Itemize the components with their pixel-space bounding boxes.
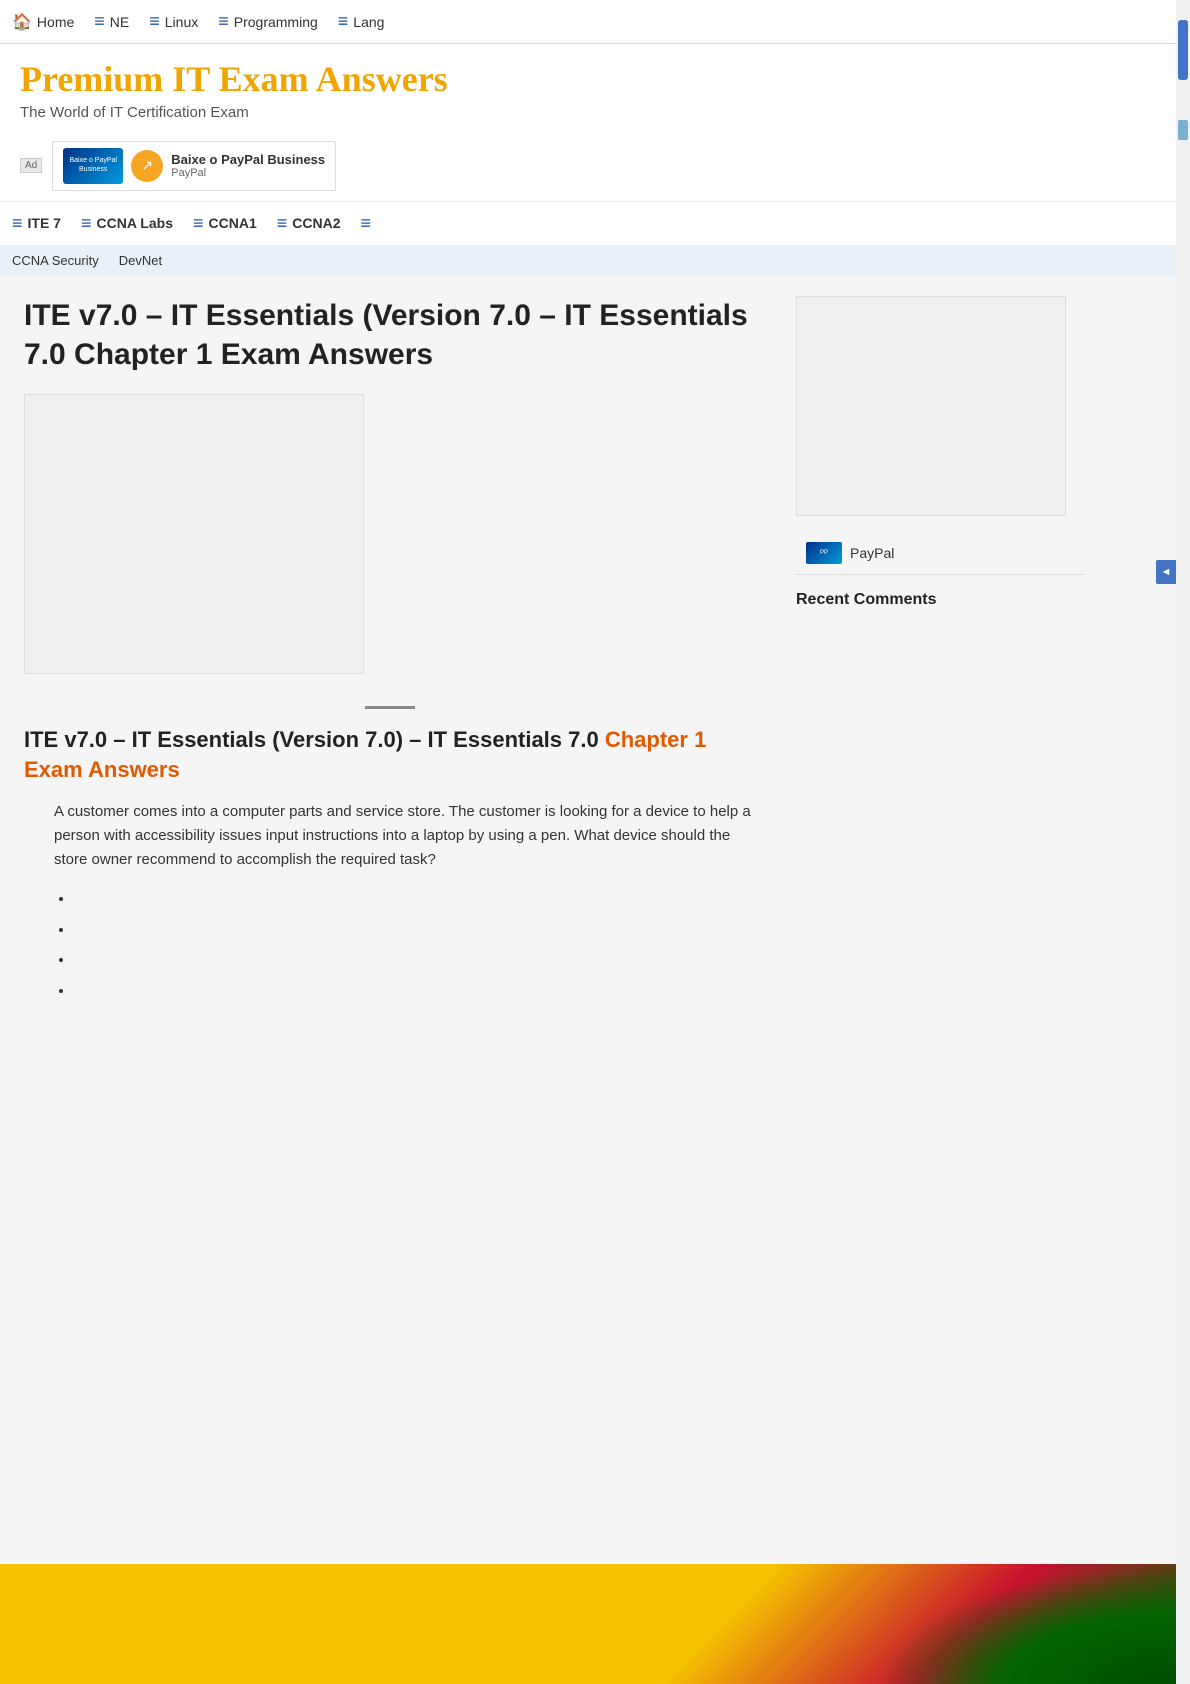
nav-home[interactable]: 🏠 Home (12, 12, 74, 32)
nav-ccna2-label: CCNA2 (292, 215, 340, 231)
home-icon: 🏠 (12, 12, 32, 32)
feedback-tab[interactable]: ◄ (1156, 560, 1176, 584)
bottom-banner (0, 1564, 1176, 1684)
nav-devnet-label: DevNet (119, 253, 162, 268)
question-text: A customer comes into a computer parts a… (54, 800, 756, 872)
scrollbar-marker (1178, 120, 1188, 140)
menu-icon-more: ≡ (361, 213, 372, 234)
nav-lang-label: Lang (353, 14, 384, 30)
nav-ccna-security[interactable]: CCNA Security (12, 253, 99, 268)
sidebar: PP PayPal Recent Comments (780, 276, 1100, 1031)
content-area: ITE v7.0 – IT Essentials (Version 7.0 – … (0, 276, 780, 1031)
ad-circle-icon: ↗ (131, 150, 163, 182)
nav-home-label: Home (37, 14, 74, 30)
menu-icon-ccna-labs: ≡ (81, 213, 92, 234)
menu-icon-ite7: ≡ (12, 213, 23, 234)
page-title: ITE v7.0 – IT Essentials (Version 7.0 – … (24, 296, 756, 374)
sidebar-paypal[interactable]: PP PayPal (796, 532, 1084, 575)
menu-icon-linux: ≡ (149, 11, 160, 32)
site-title: Premium IT Exam Answers (20, 60, 1170, 100)
menu-icon-ccna2: ≡ (277, 213, 288, 234)
nav-lang[interactable]: ≡ Lang (338, 11, 385, 32)
divider (365, 706, 415, 709)
nav-more[interactable]: ≡ (361, 213, 372, 234)
sidebar-ad-placeholder (796, 296, 1066, 516)
menu-icon-ne: ≡ (94, 11, 105, 32)
paypal-label: PayPal (850, 545, 894, 561)
recent-comments-title: Recent Comments (796, 591, 1084, 609)
answer-list (74, 888, 756, 1002)
menu-icon-ccna1: ≡ (193, 213, 204, 234)
menu-icon-programming: ≡ (218, 11, 229, 32)
article-section: ITE v7.0 – IT Essentials (Version 7.0) –… (24, 725, 756, 1003)
nav-ne[interactable]: ≡ NE (94, 11, 129, 32)
right-scrollbar[interactable] (1176, 0, 1190, 1684)
nav-ccna1-label: CCNA1 (209, 215, 257, 231)
answer-item-2 (74, 919, 756, 942)
secondary-nav: ≡ ITE 7 ≡ CCNA Labs ≡ CCNA1 ≡ CCNA2 ≡ (0, 201, 1190, 245)
answer-item-1 (74, 888, 756, 911)
nav-ccna-security-label: CCNA Security (12, 253, 99, 268)
ad-content[interactable]: Baixe o PayPalBusiness ↗ Baixe o PayPal … (52, 141, 336, 191)
answer-item-4 (74, 980, 756, 1003)
ad-badge: Ad (20, 158, 42, 173)
nav-linux-label: Linux (165, 14, 198, 30)
nav-devnet[interactable]: DevNet (119, 253, 162, 268)
site-header: Premium IT Exam Answers The World of IT … (0, 44, 1190, 131)
article-heading-main: ITE v7.0 – IT Essentials (Version 7.0) –… (24, 727, 599, 752)
third-nav: CCNA Security DevNet (0, 245, 1190, 276)
nav-ite7[interactable]: ≡ ITE 7 (12, 213, 61, 234)
ad-text-block: Baixe o PayPal Business PayPal (171, 152, 325, 179)
site-subtitle: The World of IT Certification Exam (20, 104, 1170, 121)
nav-ccna-labs-label: CCNA Labs (97, 215, 174, 231)
nav-programming[interactable]: ≡ Programming (218, 11, 318, 32)
paypal-icon: PP (806, 542, 842, 564)
ad-placeholder-main (24, 394, 364, 674)
content-body (24, 394, 756, 690)
nav-ite7-label: ITE 7 (28, 215, 61, 231)
answer-item-3 (74, 949, 756, 972)
scrollbar-thumb (1178, 20, 1188, 80)
nav-ccna-labs[interactable]: ≡ CCNA Labs (81, 213, 173, 234)
menu-icon-lang: ≡ (338, 11, 349, 32)
ad-bar: Ad Baixe o PayPalBusiness ↗ Baixe o PayP… (0, 131, 1190, 201)
top-nav: 🏠 Home ≡ NE ≡ Linux ≡ Programming ≡ Lang (0, 0, 1190, 44)
nav-ccna1[interactable]: ≡ CCNA1 (193, 213, 257, 234)
nav-ccna2[interactable]: ≡ CCNA2 (277, 213, 341, 234)
article-heading: ITE v7.0 – IT Essentials (Version 7.0) –… (24, 725, 756, 787)
nav-linux[interactable]: ≡ Linux (149, 11, 198, 32)
main-wrapper: ITE v7.0 – IT Essentials (Version 7.0 – … (0, 276, 1190, 1031)
nav-programming-label: Programming (234, 14, 318, 30)
ad-title: Baixe o PayPal Business (171, 152, 325, 167)
paypal-ad-logo: Baixe o PayPalBusiness (63, 148, 123, 184)
nav-ne-label: NE (110, 14, 129, 30)
ad-sub: PayPal (171, 167, 325, 179)
